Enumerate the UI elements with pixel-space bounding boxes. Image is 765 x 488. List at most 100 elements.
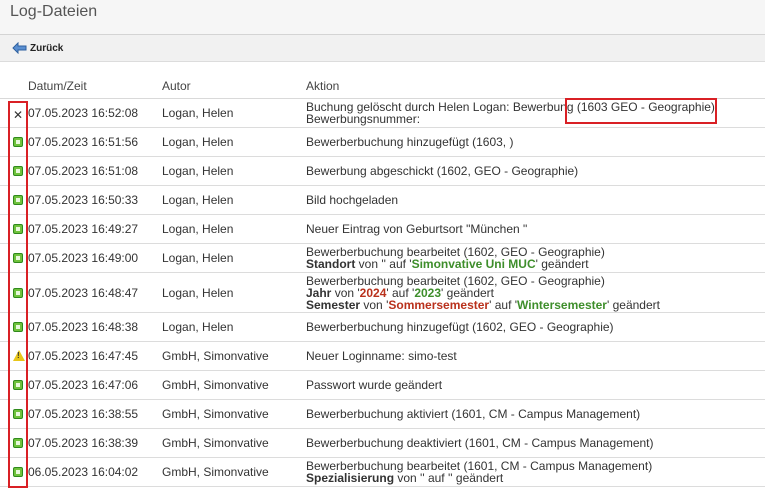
action-text: Bewerberbuchung hinzugefügt (1603, ) — [306, 135, 514, 149]
author-cell: Logan, Helen — [162, 312, 306, 342]
status-ok-icon — [13, 438, 23, 448]
table-row: 07.05.2023 16:48:47 Logan, Helen Bewerberb… — [0, 272, 765, 313]
author-cell: GmbH, Simonvative — [162, 341, 306, 371]
datetime-cell: 07.05.2023 16:50:33 — [28, 185, 162, 215]
status-error-icon: ✕ — [13, 108, 24, 122]
datetime-cell: 07.05.2023 16:51:08 — [28, 156, 162, 186]
action-text: Bewerberbuchung deaktiviert (1601, CM - … — [306, 436, 654, 450]
datetime-cell: 07.05.2023 16:52:08 — [28, 98, 162, 128]
log-table: Datum/Zeit Autor Aktion ✕ 07.05.2023 16:5… — [0, 74, 765, 487]
column-header-action: Aktion — [306, 74, 765, 99]
action-line: Bewerbung abgeschickt (1602, GEO - Geogr… — [306, 165, 765, 177]
toolbar: Zurück — [0, 35, 765, 62]
action-text: von '' auf ' — [355, 257, 412, 271]
status-cell — [0, 214, 28, 244]
table-row: ✕ 07.05.2023 16:52:08 Logan, Helen Buchung … — [0, 98, 765, 128]
action-cell: Bewerberbuchung hinzugefügt (1602, GEO -… — [306, 312, 765, 342]
status-cell — [0, 399, 28, 429]
action-line: Bewerberbuchung hinzugefügt (1602, GEO -… — [306, 321, 765, 333]
action-text: Bewerbungsnummer: — [306, 112, 421, 126]
back-button[interactable]: Zurück — [12, 42, 63, 54]
author-cell: Logan, Helen — [162, 185, 306, 215]
title-bar: Log-Dateien — [0, 0, 765, 35]
status-warning-icon — [13, 350, 25, 361]
author-cell: GmbH, Simonvative — [162, 457, 306, 487]
author-cell: Logan, Helen — [162, 243, 306, 273]
author-cell: Logan, Helen — [162, 156, 306, 186]
status-ok-icon — [13, 224, 23, 234]
datetime-cell: 07.05.2023 16:48:38 — [28, 312, 162, 342]
status-cell — [0, 341, 28, 371]
action-line: Neuer Loginname: simo-test — [306, 350, 765, 362]
author-cell: GmbH, Simonvative — [162, 399, 306, 429]
action-line: Bewerberbuchung aktiviert (1601, CM - Ca… — [306, 408, 765, 420]
table-row: 07.05.2023 16:48:38 Logan, Helen Bewerberb… — [0, 312, 765, 342]
datetime-cell: 07.05.2023 16:48:47 — [28, 272, 162, 313]
table-row: 07.05.2023 16:47:45GmbH, SimonvativeNeue… — [0, 341, 765, 371]
status-cell — [0, 428, 28, 458]
action-text: Neuer Loginname: simo-test — [306, 349, 457, 363]
datetime-cell: 07.05.2023 16:51:56 — [28, 127, 162, 157]
status-cell — [0, 370, 28, 400]
action-text: ' geändert — [606, 297, 660, 312]
datetime-cell: 07.05.2023 16:38:55 — [28, 399, 162, 429]
new-value: Simonvative Uni MUC — [411, 257, 536, 271]
status-cell — [0, 457, 28, 487]
action-text: Bewerbung abgeschickt (1602, GEO - Geogr… — [306, 164, 579, 178]
datetime-cell: 07.05.2023 16:38:39 — [28, 428, 162, 458]
new-value: Wintersemester — [517, 297, 607, 312]
status-ok-icon — [13, 322, 23, 332]
action-cell: Passwort wurde geändert — [306, 370, 765, 400]
action-cell: Bewerberbuchung bearbeitet (1601, CM - C… — [306, 457, 765, 487]
action-cell: Bild hochgeladen — [306, 185, 765, 215]
datetime-cell: 07.05.2023 16:47:45 — [28, 341, 162, 371]
author-cell: Logan, Helen — [162, 272, 306, 313]
status-cell — [0, 156, 28, 186]
action-line: Standort von '' auf 'Simonvative Uni MUC… — [306, 258, 765, 270]
action-text: Passwort wurde geändert — [306, 378, 443, 392]
status-cell: ✕ — [0, 98, 28, 128]
action-cell: Bewerberbuchung hinzugefügt (1603, ) — [306, 127, 765, 157]
table-row: 07.05.2023 16:51:08 Logan, Helen Bewerbung… — [0, 156, 765, 186]
table-header-row: Datum/Zeit Autor Aktion — [0, 74, 765, 99]
back-arrow-icon — [12, 42, 27, 54]
table-row: 07.05.2023 16:38:39 GmbH, Simonvative Bewe… — [0, 428, 765, 458]
author-cell: Logan, Helen — [162, 98, 306, 128]
field-name: Spezialisierung — [306, 471, 395, 485]
action-text: Bild hochgeladen — [306, 193, 399, 207]
page-title: Log-Dateien — [10, 3, 98, 20]
status-cell — [0, 185, 28, 215]
status-cell — [0, 127, 28, 157]
action-cell: Neuer Loginname: simo-test — [306, 341, 765, 371]
table-row: 07.05.2023 16:47:06 GmbH, Simonvative Pass… — [0, 370, 765, 400]
status-cell — [0, 243, 28, 273]
status-ok-icon — [13, 195, 23, 205]
table-row: 07.05.2023 16:50:33 Logan, Helen Bild hoch… — [0, 185, 765, 215]
action-text: Neuer Eintrag von Geburtsort "München " — [306, 222, 528, 236]
status-column-header — [0, 74, 28, 99]
author-cell: GmbH, Simonvative — [162, 428, 306, 458]
action-cell: Bewerberbuchung bearbeitet (1602, GEO - … — [306, 243, 765, 273]
action-line: Bild hochgeladen — [306, 194, 765, 206]
author-cell: GmbH, Simonvative — [162, 370, 306, 400]
datetime-cell: 07.05.2023 16:49:27 — [28, 214, 162, 244]
column-header-author: Autor — [162, 74, 306, 99]
action-text: ' auf ' — [489, 297, 518, 312]
action-line: Bewerbungsnummer: — [306, 113, 765, 125]
status-ok-icon — [13, 409, 23, 419]
action-cell: Bewerbung abgeschickt (1602, GEO - Geogr… — [306, 156, 765, 186]
action-text: von ' — [360, 297, 389, 312]
action-cell: Buchung gelöscht durch Helen Logan: Bewe… — [306, 98, 765, 128]
status-ok-icon — [13, 253, 23, 263]
action-text: Bewerberbuchung aktiviert (1601, CM - Ca… — [306, 407, 641, 421]
action-line: Bewerberbuchung deaktiviert (1601, CM - … — [306, 437, 765, 449]
status-ok-icon — [13, 380, 23, 390]
action-text: von '' auf '' geändert — [394, 471, 504, 485]
table-row: 07.05.2023 16:38:55 GmbH, Simonvative Bewe… — [0, 399, 765, 429]
action-line: Passwort wurde geändert — [306, 379, 765, 391]
status-ok-icon — [13, 137, 23, 147]
table-row: 06.05.2023 16:04:02 GmbH, Simonvative Bewe… — [0, 457, 765, 487]
datetime-cell: 06.05.2023 16:04:02 — [28, 457, 162, 487]
datetime-cell: 07.05.2023 16:47:06 — [28, 370, 162, 400]
status-cell — [0, 312, 28, 342]
